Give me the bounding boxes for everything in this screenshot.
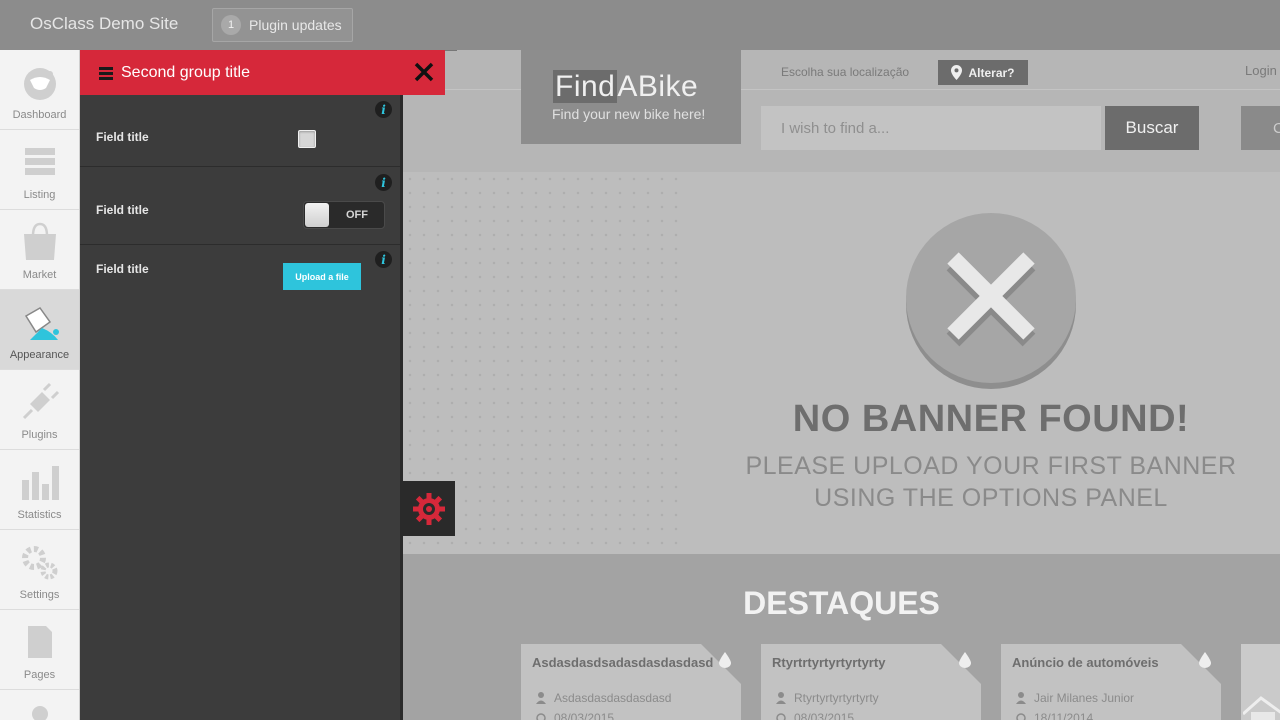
logo-find: Find <box>553 70 618 103</box>
listing-card-date: 08/03/2015 <box>794 711 855 720</box>
field-row-checkbox: i Field title <box>80 95 400 167</box>
no-banner-x-icon <box>906 213 1076 389</box>
listing-card-title[interactable]: Anúncio de automóveis <box>1012 655 1197 670</box>
user-icon <box>536 692 546 704</box>
no-banner-line-1: PLEASE UPLOAD YOUR FIRST BANNER <box>745 452 1237 480</box>
user-icon <box>32 706 48 720</box>
field-label: Field title <box>96 203 149 217</box>
field-label: Field title <box>96 130 149 144</box>
toggle-state-label: OFF <box>346 209 368 221</box>
upload-file-button[interactable]: Upload a file <box>283 263 361 290</box>
listing-thumbnail-icon <box>1243 696 1280 720</box>
site-preview: FindABike Find your new bike here! Escol… <box>403 50 1280 720</box>
user-icon <box>776 692 786 704</box>
sidebar-item-plugins[interactable]: Plugins <box>0 370 79 450</box>
statistics-icon <box>22 466 59 500</box>
drop-icon <box>959 652 971 668</box>
listing-card-user: Jair Milanes Junior <box>1034 691 1135 705</box>
sidebar-item-pages[interactable]: Pages <box>0 610 79 690</box>
clock-icon <box>536 713 546 720</box>
listing-card-user: Rtyrtyrtyrtyrtyrty <box>794 691 879 705</box>
no-banner-subtitle: PLEASE UPLOAD YOUR FIRST BANNER USING TH… <box>703 450 1279 514</box>
listing-card-partial[interactable] <box>1241 644 1280 720</box>
listing-card[interactable]: Anúncio de automóveis Jair Milanes Junio… <box>1001 644 1221 720</box>
sidebar-item-label: Dashboard <box>12 109 67 121</box>
info-icon[interactable]: i <box>375 251 392 268</box>
logo-abike: ABike <box>617 70 699 103</box>
sidebar-item-more[interactable] <box>0 690 79 720</box>
plugin-updates-button[interactable]: 1 Plugin updates <box>212 8 353 42</box>
banner-area: NO BANNER FOUND! PLEASE UPLOAD YOUR FIRS… <box>403 172 1280 554</box>
market-icon <box>24 222 56 260</box>
location-label: Escolha sua localização <box>781 65 910 79</box>
field-row-toggle: i Field title OFF <box>80 168 400 245</box>
sidebar-item-label: Plugins <box>21 429 58 441</box>
field-toggle[interactable]: OFF <box>303 201 385 229</box>
site-header: FindABike Find your new bike here! Escol… <box>403 50 1280 172</box>
options-panel-header: Second group title <box>80 50 445 95</box>
listing-card-title[interactable]: Rtyrtrtyrtyrtyrtyrty <box>772 655 957 670</box>
menu-icon[interactable] <box>99 66 113 80</box>
search-input[interactable]: I wish to find a... <box>761 106 1101 150</box>
sidebar-item-label: Settings <box>19 589 60 601</box>
change-location-button[interactable]: Alterar? <box>938 60 1028 85</box>
plugin-updates-label: Plugin updates <box>249 17 342 33</box>
settings-icon <box>22 546 58 580</box>
drop-icon <box>719 652 731 668</box>
listing-card-date: 08/03/2015 <box>554 711 615 720</box>
listing-card-title[interactable]: Asdasdasdsadasdasdasdasd <box>532 655 717 670</box>
pages-icon <box>28 626 52 658</box>
change-location-label: Alterar? <box>968 65 1015 80</box>
location-pin-icon <box>951 65 963 80</box>
clock-icon <box>1016 713 1026 720</box>
listing-card-user: Asdasdasdasdasdasd <box>554 691 672 705</box>
admin-sidebar: Dashboard Listing Market Appearance Plug… <box>0 50 80 720</box>
sidebar-item-listing[interactable]: Listing <box>0 130 79 210</box>
field-label: Field title <box>96 262 149 276</box>
no-banner-line-2: USING THE OPTIONS PANEL <box>814 484 1168 512</box>
gear-icon <box>413 492 445 525</box>
options-panel-toggle-tab[interactable] <box>403 481 455 536</box>
dashboard-icon <box>24 68 56 100</box>
listing-card[interactable]: Asdasdasdsadasdasdasdasd Asdasdasdasdasd… <box>521 644 741 720</box>
logo-tagline: Find your new bike here! <box>552 106 706 122</box>
sidebar-item-settings[interactable]: Settings <box>0 530 79 610</box>
sidebar-item-label: Statistics <box>17 509 62 521</box>
admin-topbar: OsClass Demo Site 1 Plugin updates <box>0 0 1280 50</box>
sidebar-item-label: Pages <box>23 669 56 681</box>
appearance-icon <box>24 307 59 340</box>
login-link[interactable]: Login <box>1245 63 1277 78</box>
no-banner-title: NO BANNER FOUND! <box>792 398 1190 440</box>
sidebar-item-label: Listing <box>23 189 56 201</box>
info-icon[interactable]: i <box>375 101 392 118</box>
search-button[interactable]: Buscar <box>1105 106 1199 150</box>
info-icon[interactable]: i <box>375 174 392 191</box>
user-icon <box>1016 692 1026 704</box>
sidebar-item-appearance[interactable]: Appearance <box>0 290 79 370</box>
sidebar-item-market[interactable]: Market <box>0 210 79 290</box>
options-panel-title: Second group title <box>121 63 250 81</box>
field-checkbox[interactable] <box>298 130 316 148</box>
search-secondary-button[interactable]: C <box>1241 106 1280 150</box>
close-icon[interactable] <box>413 61 435 83</box>
listing-icon <box>25 148 55 175</box>
sidebar-item-statistics[interactable]: Statistics <box>0 450 79 530</box>
section-title-destaques: DESTAQUES <box>743 585 940 621</box>
listing-card[interactable]: Rtyrtrtyrtyrtyrtyrty Rtyrtyrtyrtyrtyrty … <box>761 644 981 720</box>
drop-icon <box>1199 652 1211 668</box>
sidebar-item-label: Appearance <box>9 349 70 361</box>
site-title[interactable]: OsClass Demo Site <box>30 14 178 34</box>
plugins-icon <box>22 382 60 420</box>
listing-card-date: 18/11/2014 <box>1034 711 1094 720</box>
plugin-updates-count: 1 <box>221 15 241 35</box>
sidebar-item-label: Market <box>22 269 57 281</box>
sidebar-item-dashboard[interactable]: Dashboard <box>0 50 79 130</box>
field-row-upload: i Field title Upload a file <box>80 245 400 305</box>
site-logo[interactable]: FindABike Find your new bike here! <box>521 50 741 144</box>
clock-icon <box>776 713 786 720</box>
